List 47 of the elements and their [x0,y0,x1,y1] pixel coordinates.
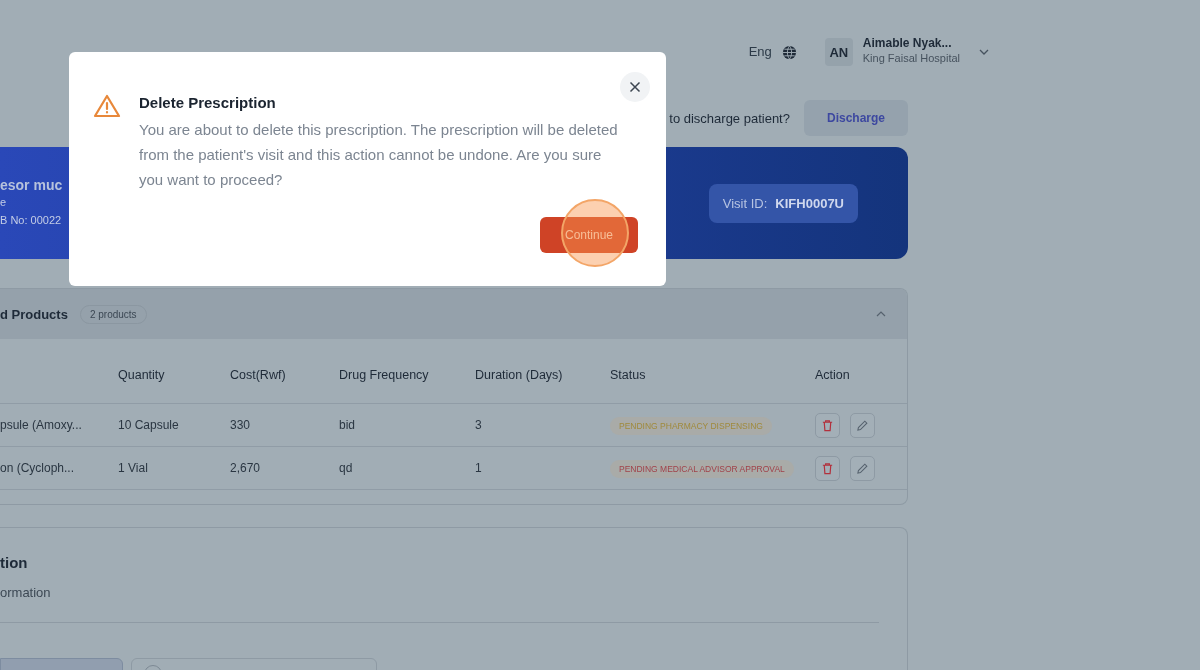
column-header: Action [815,368,850,382]
status-tag: PENDING PHARMACY DISPENSING [610,417,772,435]
delete-button[interactable] [815,412,840,438]
table-cell: on (Cycloph... [0,461,75,475]
close-icon [629,81,641,93]
table-cell: 1 Vial [118,461,148,475]
table-cell: 3 [475,418,482,432]
section-title: tion [0,554,29,571]
section-subtitle: ormation [0,585,879,623]
column-header: Duration (Days) [475,368,563,382]
trash-icon [821,461,834,475]
patient-name: esor muc [0,177,63,193]
user-avatar: AN [824,38,853,66]
dialog-title: Delete Prescription [139,94,277,111]
table-cell: qd [339,461,353,475]
patient-number: B No: 00022 [0,213,63,228]
table-cell: 2,670 [230,461,261,475]
warning-icon [93,94,121,118]
table-cell: bid [339,418,355,432]
edit-button[interactable] [850,455,875,481]
discharge-button[interactable]: Discharge [803,100,908,136]
globe-icon[interactable] [781,45,797,60]
table-cell: 1 [475,461,482,475]
hospital-name: King Faisal Hospital [862,51,960,65]
edit-button[interactable] [850,412,875,438]
dialog-message: You are about to delete this prescription. The prescription will be deleted from the patient's visit and this action cannot be undone. Are you sure you want to proceed? [139,120,619,190]
patient-detail: e [0,195,8,210]
continue-button[interactable]: Continue [540,217,638,253]
column-header: Drug Frequency [339,368,429,382]
delete-button[interactable] [815,455,840,481]
table-cell: 10 Capsule [118,418,179,432]
visit-id-value: KIFH0007U [775,195,844,211]
trash-icon [821,418,834,432]
column-header: Cost(Rwf) [230,368,286,382]
pencil-icon [856,418,869,432]
card-title: d Products [0,306,68,322]
table-cell: 330 [230,418,251,432]
column-header: Quantity [118,368,165,382]
pencil-icon [856,461,869,475]
visit-id-label: Visit ID: [722,195,768,211]
table-cell: psule (Amoxy... [0,418,82,432]
language-label[interactable]: Eng [748,44,772,59]
close-button[interactable] [620,72,650,102]
user-name: Aimable Nyak... [862,36,953,51]
column-header: Status [610,368,646,382]
status-tag: PENDING MEDICAL ADVISOR APPROVAL [610,460,794,478]
discharge-prompt: to discharge patient? [669,110,790,126]
